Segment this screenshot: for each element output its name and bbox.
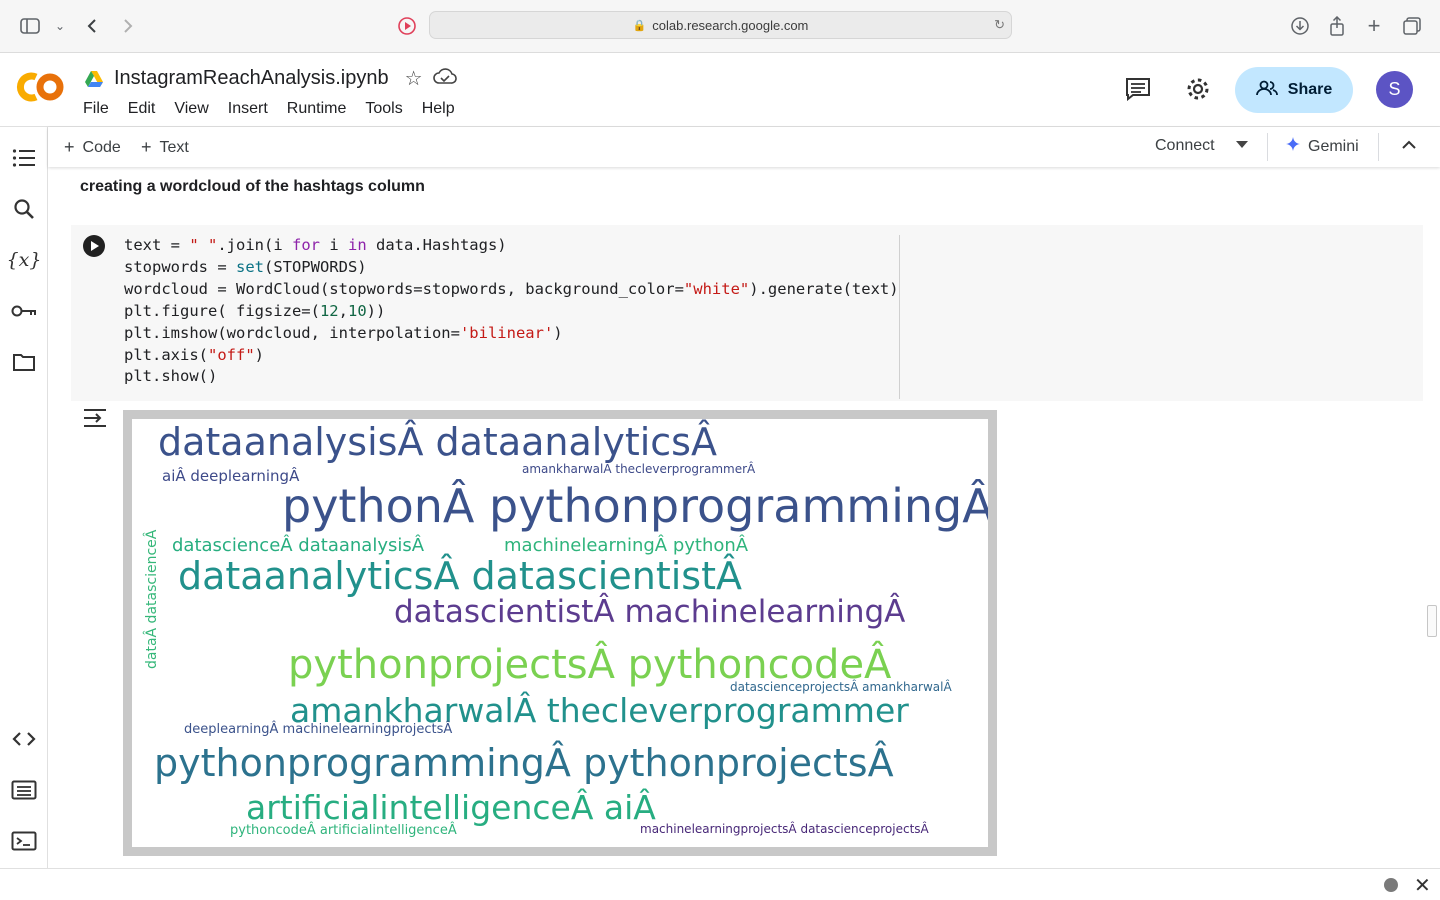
drive-icon[interactable] xyxy=(84,70,104,88)
lock-icon: 🔒 xyxy=(632,19,647,32)
output-collapse-icon[interactable] xyxy=(82,407,108,431)
close-icon[interactable]: ✕ xyxy=(1414,873,1431,898)
address-bar[interactable]: 🔒 colab.research.google.com ↻ xyxy=(429,11,1012,39)
code-cell[interactable]: text = " ".join(i for i in data.Hashtags… xyxy=(71,225,1423,401)
status-bar: ✕ xyxy=(0,868,1440,900)
new-tab-icon[interactable]: + xyxy=(1362,13,1386,38)
settings-gear-icon[interactable] xyxy=(1184,75,1212,103)
colab-header: InstagramReachAnalysis.ipynb ☆ File Edit… xyxy=(0,53,1440,127)
add-code-button[interactable]: + Code xyxy=(64,137,121,158)
cloud-saved-icon[interactable] xyxy=(432,67,457,90)
connect-dropdown[interactable] xyxy=(1236,141,1248,149)
sidebar-toggle-icon[interactable] xyxy=(18,14,42,38)
toolbar-divider xyxy=(1378,133,1379,161)
menu-help[interactable]: Help xyxy=(422,100,455,118)
colab-logo[interactable] xyxy=(16,69,66,105)
toolbar-divider xyxy=(1267,133,1268,161)
wordcloud-word: datascienceÂ dataanalysisÂ xyxy=(172,535,425,556)
scrollbar-thumb[interactable] xyxy=(1427,605,1437,637)
gemini-button[interactable]: Gemini xyxy=(1286,137,1359,156)
search-icon[interactable] xyxy=(10,195,38,223)
command-palette-icon[interactable] xyxy=(10,776,38,804)
wordcloud-word: dataanalyticsÂ datascientistÂ xyxy=(178,554,742,598)
tabs-overview-icon[interactable] xyxy=(1400,14,1424,38)
menu-view[interactable]: View xyxy=(174,100,208,118)
browser-toolbar: ⌄ 🔒 colab.research.google.com ↻ + xyxy=(0,0,1440,53)
terminal-icon[interactable] xyxy=(10,827,38,855)
wordcloud-word: artificialintelligenceÂ aiÂ xyxy=(246,788,656,827)
wordcloud-word: pythonprogrammingÂ pythonprojectsÂ xyxy=(154,741,894,785)
menu-tools[interactable]: Tools xyxy=(365,100,402,118)
variables-icon[interactable]: {x} xyxy=(7,246,42,274)
notebook-toolbar: + Code + Text Connect Gemini xyxy=(48,127,1440,167)
collapse-header-button[interactable] xyxy=(1402,140,1416,150)
share-label: Share xyxy=(1287,81,1333,98)
play-icon xyxy=(91,241,99,251)
add-code-label: Code xyxy=(82,138,121,156)
connect-button[interactable]: Connect xyxy=(1155,137,1215,155)
plus-icon: + xyxy=(141,137,152,157)
chevron-down-icon[interactable]: ⌄ xyxy=(48,14,72,38)
add-text-label: Text xyxy=(159,138,189,156)
back-icon[interactable] xyxy=(80,14,104,38)
wordcloud-word: machinelearningprojectsÂ datascienceproj… xyxy=(640,822,929,836)
markdown-cell-text[interactable]: creating a wordcloud of the hashtags col… xyxy=(80,178,425,196)
media-play-icon[interactable] xyxy=(395,14,419,38)
forward-icon[interactable] xyxy=(116,14,140,38)
wordcloud-word: deeplearningÂ machinelearningprojectsÂ xyxy=(184,722,453,737)
wordcloud-word: pythoncodeÂ artificialintelligenceÂ xyxy=(230,823,457,838)
left-rail: {x} xyxy=(0,127,48,868)
download-icon[interactable] xyxy=(1288,14,1312,38)
avatar[interactable]: S xyxy=(1376,71,1413,108)
line-length-ruler xyxy=(899,235,900,399)
notebook-content: creating a wordcloud of the hashtags col… xyxy=(48,167,1440,868)
wordcloud-word: amankharwalÂ thecleverprogrammerÂ xyxy=(522,462,756,476)
run-cell-button[interactable] xyxy=(83,235,105,257)
wordcloud-word: machinelearningÂ pythonÂ xyxy=(504,535,749,556)
menu-edit[interactable]: Edit xyxy=(128,100,156,118)
wordcloud-word: pythonprojectsÂ pythoncodeÂ xyxy=(288,642,892,688)
add-text-button[interactable]: + Text xyxy=(141,137,189,158)
wordcloud-word: dataÂ datascienceÂ xyxy=(144,529,160,669)
connect-label: Connect xyxy=(1155,137,1215,154)
wordcloud-word: pythonÂ pythonprogrammingÂ xyxy=(282,479,988,533)
gemini-label: Gemini xyxy=(1308,137,1359,155)
wordcloud-word: datascientistÂ machinelearningÂ xyxy=(394,594,906,630)
share-button[interactable]: Share xyxy=(1235,67,1353,113)
url-text: colab.research.google.com xyxy=(652,17,809,33)
share-page-icon[interactable] xyxy=(1325,14,1349,38)
wordcloud-word: datascienceprojectsÂ amankharwalÂ xyxy=(730,680,952,694)
table-of-contents-icon[interactable] xyxy=(10,144,38,172)
menu-insert[interactable]: Insert xyxy=(228,100,268,118)
gemini-sparkle-icon xyxy=(1286,137,1300,156)
chevron-up-icon xyxy=(1402,140,1416,149)
secrets-key-icon[interactable] xyxy=(10,297,38,325)
wordcloud-output-frame: dataanalysisÂ dataanalyticsÂ pythonÂ pyth… xyxy=(123,410,997,856)
menu-runtime[interactable]: Runtime xyxy=(287,100,347,118)
star-icon[interactable]: ☆ xyxy=(405,66,423,91)
plus-icon: + xyxy=(64,137,75,157)
status-indicator-icon[interactable] xyxy=(1384,878,1398,892)
people-icon xyxy=(1255,80,1278,101)
wordcloud-word: dataanalysisÂ dataanalyticsÂ xyxy=(158,420,717,464)
code-snippets-icon[interactable] xyxy=(10,725,38,753)
wordcloud-image: dataanalysisÂ dataanalyticsÂ pythonÂ pyth… xyxy=(132,419,988,847)
notebook-title[interactable]: InstagramReachAnalysis.ipynb xyxy=(114,67,389,90)
menu-bar: File Edit View Insert Runtime Tools Help xyxy=(83,100,474,118)
menu-file[interactable]: File xyxy=(83,100,109,118)
comments-icon[interactable] xyxy=(1124,75,1152,103)
wordcloud-word: aiÂ deeplearningÂ xyxy=(162,467,300,485)
files-folder-icon[interactable] xyxy=(10,348,38,376)
reload-icon[interactable]: ↻ xyxy=(994,17,1005,33)
code-editor[interactable]: text = " ".join(i for i in data.Hashtags… xyxy=(124,235,899,388)
